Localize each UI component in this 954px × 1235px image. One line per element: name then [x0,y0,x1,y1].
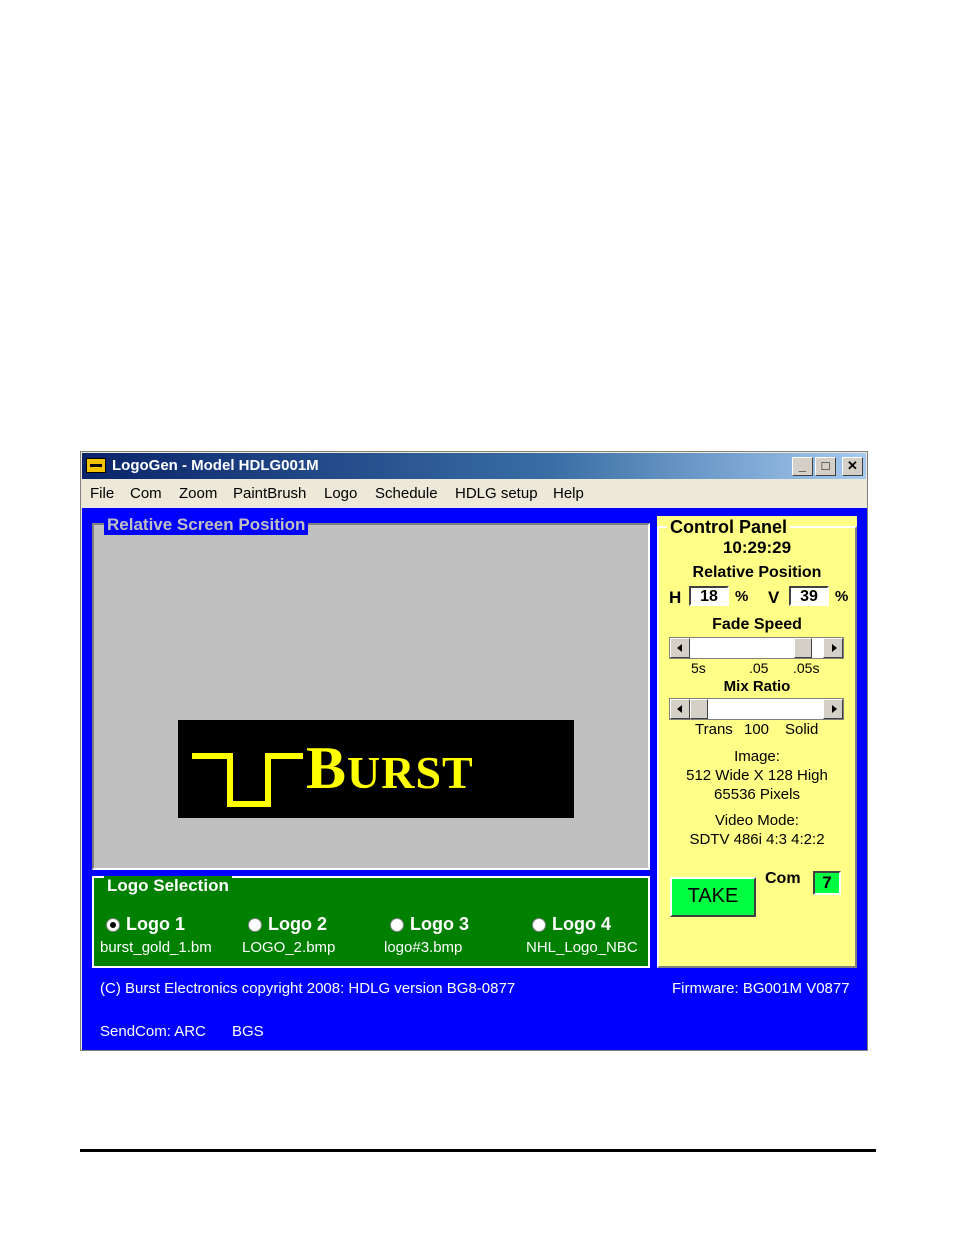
mix-ratio-label: Mix Ratio [723,678,791,695]
image-label: Image: [734,748,780,765]
menu-logo[interactable]: Logo [324,485,357,502]
firmware-text: Firmware: BG001M V0877 [672,980,850,997]
maximize-button[interactable]: □ [815,457,836,476]
relative-position-label: Relative Position [692,564,822,581]
left-arrow-icon [677,644,682,652]
h-label: H [669,588,682,607]
fade-left-button[interactable] [670,638,690,658]
v-label: V [768,588,780,607]
fade-speed-slider[interactable] [669,637,844,659]
video-mode-label: Video Mode: [715,812,799,829]
fade-tick-max: .05s [793,660,820,676]
take-button[interactable]: TAKE [670,877,756,917]
mix-right-button[interactable] [823,699,843,719]
minimize-button[interactable]: _ [792,457,813,476]
logo-wordmark: BURST [306,735,474,801]
preview-legend: Relative Screen Position [104,515,309,535]
right-arrow-icon [832,644,837,652]
logo-file-name: burst_gold_1.bm [100,939,212,956]
clock-time: 10:29:29 [722,538,792,557]
logo-radio-label: Logo 3 [410,914,469,934]
logo-preview[interactable]: BURST [178,720,574,818]
menu-hdlg-setup[interactable]: HDLG setup [455,485,538,502]
close-button[interactable]: ✕ [842,457,863,476]
client-area: BURST Relative Screen Position Logo Sele… [82,508,867,1050]
bgs-text: BGS [232,1023,264,1040]
image-size: 512 Wide X 128 High [686,767,828,784]
menu-help[interactable]: Help [553,485,584,502]
radio-selected-icon[interactable] [106,918,120,932]
fade-slider-thumb[interactable] [793,638,812,658]
com-label: Com [765,870,801,887]
fade-tick-mid: .05 [749,660,769,676]
mix-left-button[interactable] [670,699,690,719]
logo-radio-label: Logo 4 [552,914,611,934]
fade-right-button[interactable] [823,638,843,658]
menu-paintbrush[interactable]: PaintBrush [233,485,306,502]
title-bar[interactable]: LogoGen - Model HDLG001M _ □ ✕ [82,453,866,479]
logo-file-name: logo#3.bmp [384,939,463,956]
mix-slider-thumb[interactable] [690,699,708,719]
mix-tick-mid: 100 [744,721,770,738]
mix-ratio-slider[interactable] [669,698,844,720]
menu-bar: File Com Zoom PaintBrush Logo Schedule H… [82,480,866,506]
right-arrow-icon [832,705,837,713]
menu-com[interactable]: Com [130,485,162,502]
mix-tick-max: Solid [785,721,819,738]
h-percent-label: % [735,588,749,605]
logo-file-name: LOGO_2.bmp [242,939,336,956]
radio-icon[interactable] [248,918,262,932]
v-position-input[interactable]: 39 [789,586,829,606]
sendcom-text: SendCom: ARC [100,1023,206,1040]
fade-tick-min: 5s [691,660,706,676]
radio-icon[interactable] [532,918,546,932]
control-panel-legend: Control Panel [667,516,791,538]
control-panel: Control Panel 10:29:29 Relative Position… [657,516,857,968]
logo-selection-legend: Logo Selection [104,876,232,896]
mix-tick-min: Trans [695,721,733,738]
h-position-input[interactable]: 18 [689,586,729,606]
logo-file-name: NHL_Logo_NBC [526,939,638,956]
fade-speed-label: Fade Speed [712,616,802,633]
image-pixels: 65536 Pixels [714,786,800,803]
logogen-window: LogoGen - Model HDLG001M _ □ ✕ File Com … [80,451,868,1051]
screen-position-preview[interactable]: BURST [92,523,650,870]
menu-schedule[interactable]: Schedule [375,485,438,502]
window-title: LogoGen - Model HDLG001M [112,457,319,474]
v-percent-label: % [835,588,849,605]
video-mode-value: SDTV 486i 4:3 4:2:2 [689,831,825,848]
radio-icon[interactable] [390,918,404,932]
logo-radio-label: Logo 2 [268,914,327,934]
app-icon[interactable] [86,458,106,473]
com-port-value[interactable]: 7 [813,871,841,895]
left-arrow-icon [677,705,682,713]
burst-wave-icon [192,753,303,807]
menu-file[interactable]: File [90,485,114,502]
menu-zoom[interactable]: Zoom [179,485,217,502]
logo-radio-label: Logo 1 [126,914,185,934]
footer-rule [80,1149,876,1152]
copyright-text: (C) Burst Electronics copyright 2008: HD… [100,980,516,997]
